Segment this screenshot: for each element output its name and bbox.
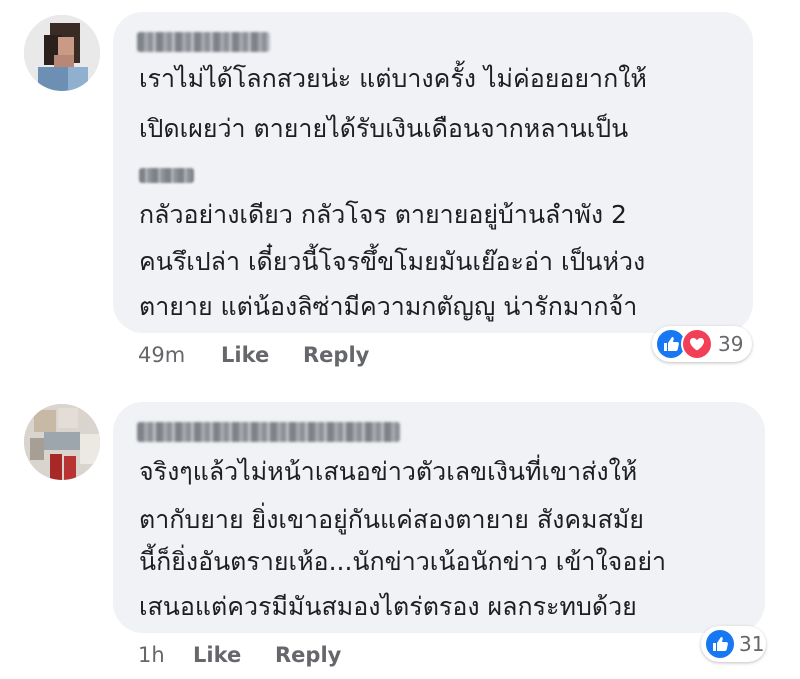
reaction-count: 31 <box>739 632 765 656</box>
comment-text-line: เปิดเผยว่า ตายายได้รับเงินเดือนจากหลานเป… <box>139 114 629 143</box>
avatar[interactable] <box>24 15 100 91</box>
comment-text-line: จริงๆแล้วไม่หน้าเสนอข่าวตัวเลขเงินที่เขา… <box>139 457 638 486</box>
reaction-summary[interactable]: 31 <box>701 626 766 662</box>
comment-timestamp[interactable]: 1h <box>138 643 165 667</box>
author-name-redacted[interactable] <box>137 32 270 52</box>
reply-link[interactable]: Reply <box>303 343 369 367</box>
comment-text-line: ตายาย แต่น้องลิซ่ามีความกตัญญู น่ารักมาก… <box>139 292 638 321</box>
comment-text-line: ตากับยาย ยิ่งเขาอยู่กันแค่สองตายาย สังคม… <box>139 505 644 534</box>
like-icon <box>704 628 736 660</box>
comment-text-line: กลัวอย่างเดียว กลัวโจร ตายายอยู่บ้านลำพั… <box>139 200 627 229</box>
avatar[interactable] <box>24 404 100 480</box>
like-link[interactable]: Like <box>221 343 269 367</box>
comment-timestamp[interactable]: 49m <box>138 343 185 367</box>
like-link[interactable]: Like <box>193 643 241 667</box>
comment-text-line: คนรึเปล่า เดี๋ยวนี้โจรขึ้ขโมยมันเย๊อะอ่า… <box>139 247 646 276</box>
comment-text-line: เราไม่ได้โลกสวยน่ะ แต่บางครั้ง ไม่ค่อยอย… <box>139 64 647 93</box>
reaction-count: 39 <box>718 332 744 356</box>
love-icon <box>681 328 713 360</box>
author-name-redacted[interactable] <box>137 422 400 442</box>
comment-text-line: เสนอแต่ควรมีมันสมองไตร่ตรอง ผลกระทบด้วย <box>139 592 637 621</box>
reaction-summary[interactable]: 39 <box>652 326 752 362</box>
redacted-word <box>139 168 194 183</box>
comment-text-line: นี้ก็ยิ่งอันตรายเห้อ...นักข่าวเน้อนักข่า… <box>139 547 667 576</box>
reply-link[interactable]: Reply <box>275 643 341 667</box>
